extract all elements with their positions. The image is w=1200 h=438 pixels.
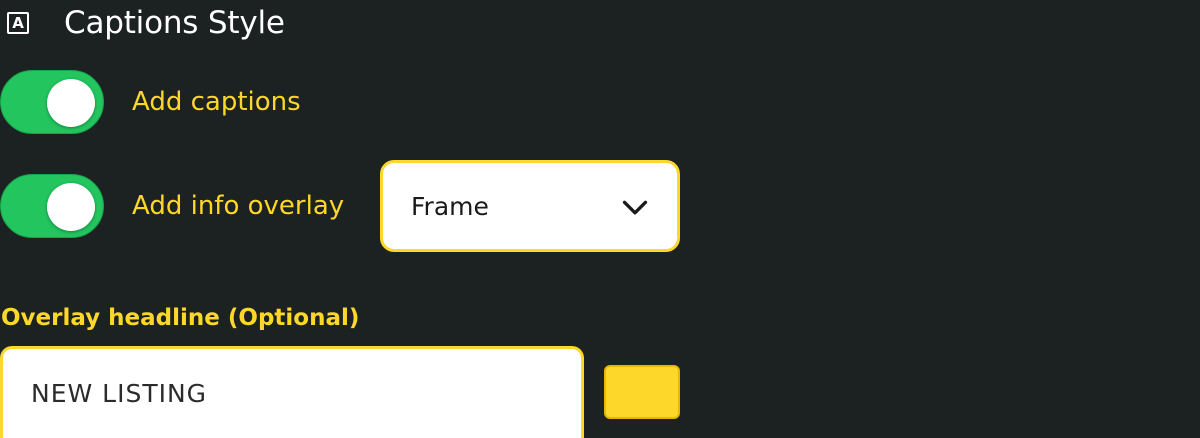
toggle-knob [47,183,95,231]
chevron-down-icon [622,200,648,215]
overlay-headline-label: Overlay headline (Optional) [1,305,360,331]
add-info-overlay-label: Add info overlay [132,191,345,221]
overlay-style-value: Frame [411,192,489,221]
overlay-style-select[interactable]: Frame [380,160,680,252]
captions-icon: A [7,12,29,34]
section-title: Captions Style [64,5,285,41]
overlay-headline-input[interactable] [0,346,584,438]
add-captions-toggle[interactable] [0,70,104,134]
toggle-knob [47,79,95,127]
headline-color-swatch[interactable] [604,365,680,419]
section-header: A Captions Style [7,3,285,43]
add-info-overlay-toggle[interactable] [0,174,104,238]
add-captions-label: Add captions [132,87,301,117]
